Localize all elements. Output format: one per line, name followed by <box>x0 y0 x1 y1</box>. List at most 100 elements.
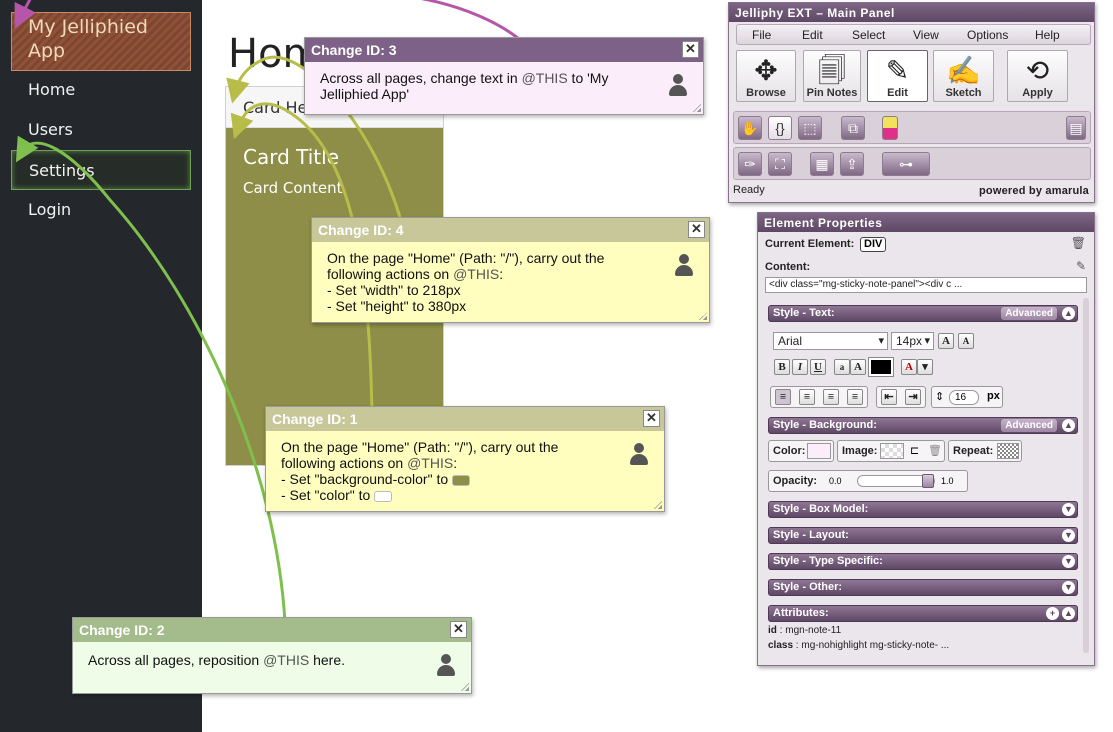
note-header[interactable]: Change ID: 2 ✕ <box>73 618 471 642</box>
element-properties-panel[interactable]: Element Properties Current Element: DIV … <box>757 212 1095 666</box>
align-justify-icon[interactable]: ≡ <box>847 389 863 405</box>
resize-handle[interactable] <box>699 312 707 320</box>
chevron-down-icon[interactable]: ▼ <box>1062 529 1075 542</box>
section-style-type-specific[interactable]: Style - Type Specific: ▼ <box>768 553 1078 570</box>
props-title[interactable]: Element Properties <box>758 213 1094 232</box>
app-title[interactable]: My Jelliphied App <box>11 12 191 71</box>
font-grow-icon[interactable]: A <box>938 333 954 349</box>
menu-view[interactable]: View <box>913 28 939 42</box>
close-icon[interactable]: ✕ <box>643 410 660 427</box>
jelliphy-main-panel[interactable]: Jelliphy EXT – Main Panel File Edit Sele… <box>728 2 1095 203</box>
apply-button[interactable]: ⟲ Apply <box>1007 50 1068 102</box>
menu-edit[interactable]: Edit <box>802 28 823 42</box>
attribute-row[interactable]: class : mg-nohighlight mg-sticky-note- .… <box>768 640 949 651</box>
sticky-note-change-2[interactable]: Change ID: 2 ✕ Across all pages, reposit… <box>72 617 472 694</box>
chevron-up-icon[interactable]: ▲ <box>1062 307 1075 320</box>
sticky-note-change-3[interactable]: Change ID: 3 ✕ Across all pages, change … <box>304 37 704 115</box>
note-text: here. <box>309 652 346 668</box>
section-attributes[interactable]: Attributes: + ▲ <box>768 605 1078 622</box>
chevron-up-icon[interactable]: ▲ <box>1062 419 1075 432</box>
sticky-note-change-1[interactable]: Change ID: 1 ✕ On the page "Home" (Path:… <box>265 406 665 512</box>
chevron-down-icon[interactable]: ▼ <box>1062 503 1075 516</box>
nav-item-users[interactable]: Users <box>11 110 191 150</box>
braces-icon[interactable]: {} <box>768 116 792 140</box>
repeat-grid-icon[interactable] <box>997 443 1019 459</box>
section-style-other[interactable]: Style - Other: ▼ <box>768 579 1078 596</box>
font-size-select[interactable]: 14px <box>891 332 934 350</box>
paint-icon[interactable]: ⛶ <box>768 152 792 176</box>
props-scrollbar[interactable] <box>1083 298 1089 653</box>
note-header[interactable]: Change ID: 3 ✕ <box>305 38 703 62</box>
nav-item-login[interactable]: Login <box>11 190 191 230</box>
chevron-down-icon[interactable]: ▼ <box>1062 555 1075 568</box>
resize-handle[interactable] <box>461 683 469 691</box>
resize-handle[interactable] <box>654 501 662 509</box>
note-header[interactable]: Change ID: 1 ✕ <box>266 407 664 431</box>
grid-icon[interactable]: ▦ <box>810 152 834 176</box>
panel-title[interactable]: Jelliphy EXT – Main Panel <box>729 3 1094 22</box>
section-style-background[interactable]: Style - Background: Advanced ▲ <box>768 417 1078 434</box>
menu-file[interactable]: File <box>752 28 771 42</box>
uppercase-icon[interactable]: A <box>850 359 866 375</box>
opacity-slider-thumb[interactable] <box>922 474 934 488</box>
advanced-button[interactable]: Advanced <box>1001 419 1057 432</box>
powered-by-logo: powered by amarula <box>979 185 1089 197</box>
note-body: On the page "Home" (Path: "/"), carry ou… <box>266 431 664 509</box>
close-icon[interactable]: ✕ <box>688 221 705 238</box>
sticky-note-change-4[interactable]: Change ID: 4 ✕ On the page "Home" (Path:… <box>311 217 710 323</box>
browse-button[interactable]: ✥ Browse <box>736 50 796 102</box>
close-icon[interactable]: ✕ <box>682 41 699 58</box>
align-group: ≡ ≡ ≡ ≡ <box>770 386 868 408</box>
panel-menu-icon[interactable]: ▤ <box>1066 116 1086 140</box>
add-icon[interactable]: + <box>1046 607 1059 620</box>
bg-image-swatch[interactable] <box>880 443 904 459</box>
layers-icon[interactable]: ⧉ <box>841 116 865 140</box>
section-style-box-model[interactable]: Style - Box Model: ▼ <box>768 501 1078 518</box>
export-icon[interactable]: ⇪ <box>840 152 864 176</box>
trash-icon[interactable]: 🗑 <box>1071 236 1086 250</box>
menu-select[interactable]: Select <box>852 28 885 42</box>
bold-icon[interactable]: B <box>774 359 790 375</box>
font-family-select[interactable]: Arial <box>773 332 888 350</box>
chevron-up-icon[interactable]: ▲ <box>1062 607 1075 620</box>
outdent-icon[interactable]: ⇤ <box>881 389 897 405</box>
content-field[interactable]: <div class="mg-sticky-note-panel"><div c… <box>765 277 1087 293</box>
chevron-down-icon[interactable]: ▾ <box>917 359 933 375</box>
section-style-layout[interactable]: Style - Layout: ▼ <box>768 527 1078 544</box>
pin-notes-button[interactable]: 🗐 Pin Notes <box>803 50 861 102</box>
note-header[interactable]: Change ID: 4 ✕ <box>312 218 709 242</box>
edit-button[interactable]: ✎ Edit <box>867 50 928 102</box>
indent-icon[interactable]: ⇥ <box>905 389 921 405</box>
bg-color-swatch[interactable] <box>807 443 831 459</box>
sketch-button[interactable]: ✍ Sketch <box>933 50 994 102</box>
color-swap-icon[interactable] <box>882 116 898 140</box>
lowercase-icon[interactable]: a <box>834 359 850 375</box>
close-icon[interactable]: ✕ <box>450 621 467 638</box>
hand-icon[interactable]: ✋ <box>738 116 762 140</box>
opacity-slider[interactable] <box>857 474 935 488</box>
menu-options[interactable]: Options <box>967 28 1008 42</box>
folder-icon[interactable]: ⊏ <box>910 444 919 457</box>
align-right-icon[interactable]: ≡ <box>823 389 839 405</box>
element-tree-icon[interactable]: ⊶ <box>882 152 930 176</box>
attribute-row[interactable]: id : mgn-note-11 <box>768 625 841 636</box>
trash-icon[interactable]: 🗑 <box>928 444 942 457</box>
nav-item-settings[interactable]: Settings <box>11 150 191 190</box>
line-height-input[interactable]: 16 <box>949 390 979 405</box>
pencil-icon[interactable]: ✎ <box>1076 259 1086 273</box>
align-center-icon[interactable]: ≡ <box>799 389 815 405</box>
chevron-down-icon[interactable]: ▼ <box>1062 581 1075 594</box>
section-style-text[interactable]: Style - Text: Advanced ▲ <box>768 305 1078 322</box>
eyedropper-icon[interactable]: ✑ <box>738 152 762 176</box>
underline-icon[interactable]: U <box>810 359 826 375</box>
select-rect-icon[interactable]: ⬚ <box>798 116 822 140</box>
advanced-button[interactable]: Advanced <box>1001 307 1057 320</box>
menu-help[interactable]: Help <box>1035 28 1060 42</box>
text-color-icon[interactable]: A <box>901 359 917 375</box>
nav-item-home[interactable]: Home <box>11 70 191 110</box>
font-shrink-icon[interactable]: A <box>958 333 974 349</box>
resize-handle[interactable] <box>693 104 701 112</box>
text-color-swatch[interactable] <box>868 357 894 377</box>
align-left-icon[interactable]: ≡ <box>775 389 791 405</box>
italic-icon[interactable]: I <box>792 359 808 375</box>
